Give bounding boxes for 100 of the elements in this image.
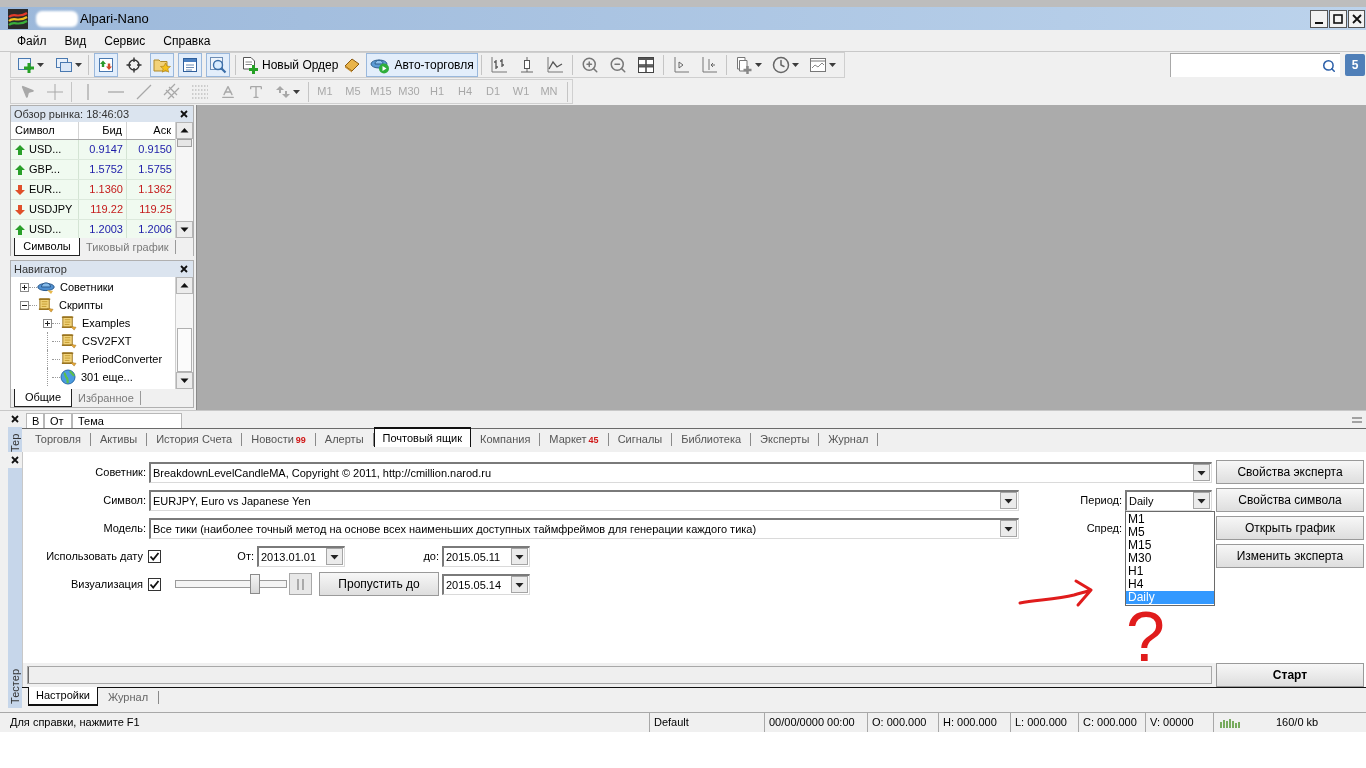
period-dropdown[interactable]: Daily <box>1125 489 1212 511</box>
terminal-tab[interactable]: Активы <box>90 433 148 446</box>
view-toggle-button[interactable] <box>178 53 202 77</box>
dropdown-option[interactable]: M5 <box>1126 525 1214 539</box>
terminal-tab[interactable]: Новости 99 <box>242 433 316 446</box>
date-field[interactable]: 2015.05.11 <box>442 545 530 567</box>
collapse-icon[interactable] <box>20 300 29 310</box>
tree-item[interactable]: CSV2FXT <box>82 332 132 350</box>
column-header[interactable]: Бид <box>102 122 122 139</box>
modify-expert-button[interactable]: Изменить эксперта <box>1216 544 1364 568</box>
side-label[interactable]: Тер <box>8 427 22 452</box>
dropdown-option[interactable]: M15 <box>1126 538 1214 552</box>
menu-item[interactable]: Сервис <box>95 30 155 51</box>
symbol-dropdown[interactable]: EURJPY, Euro vs Japanese Yen <box>149 489 1019 511</box>
date-field[interactable]: 2013.01.01 <box>257 545 345 567</box>
auto-trading-button[interactable]: Авто-торговля <box>366 53 478 77</box>
column-header[interactable]: От <box>44 413 72 428</box>
column-header[interactable]: Символ <box>15 122 55 139</box>
dropdown-option[interactable]: M30 <box>1126 551 1214 565</box>
scrollbar-thumb[interactable] <box>177 139 192 147</box>
tree-item[interactable]: Examples <box>82 314 131 332</box>
tester-tab[interactable]: Журнал <box>97 691 160 704</box>
dropdown-option[interactable]: H1 <box>1126 564 1214 578</box>
status-text: V: 00000 <box>1145 713 1213 732</box>
open-chart-button[interactable]: Открыть график <box>1216 516 1364 540</box>
close-icon[interactable] <box>11 456 19 464</box>
tree-item[interactable]: PeriodConverter <box>82 350 163 368</box>
view-toggle-button[interactable] <box>150 53 174 77</box>
scrollbar[interactable] <box>175 277 193 389</box>
start-button[interactable]: Старт <box>1216 663 1364 687</box>
skip-to-button[interactable]: Пропустить до <box>319 572 439 596</box>
crosshair-icon <box>126 57 142 73</box>
terminal-tab[interactable]: Журнал <box>819 433 879 446</box>
close-button[interactable] <box>1348 9 1365 28</box>
message-count-badge[interactable]: 5 <box>1345 54 1365 76</box>
terminal-tab[interactable]: Торговля <box>26 433 91 446</box>
side-label[interactable]: Тестер <box>8 669 22 704</box>
expand-icon[interactable] <box>43 318 52 328</box>
autoscroll-icon <box>699 56 718 74</box>
terminal-tab[interactable]: Эксперты <box>751 433 820 446</box>
symbol-properties-button[interactable]: Свойства символа <box>1216 488 1364 512</box>
minimize-button[interactable] <box>1310 9 1328 28</box>
column-header[interactable]: В <box>26 413 44 428</box>
close-icon[interactable] <box>180 265 188 273</box>
checkbox[interactable] <box>148 549 161 563</box>
tree-item[interactable]: 301 еще... <box>81 368 133 386</box>
field-label: Спред: <box>1086 520 1122 536</box>
menu-item[interactable]: Файл <box>8 30 56 51</box>
status-text: H: 000.000 <box>938 713 1010 732</box>
crosshair-icon <box>47 83 63 100</box>
scroll-icon <box>60 332 77 350</box>
menu-item[interactable]: Справка <box>154 30 220 51</box>
panel-tab[interactable]: Тиковый график <box>80 240 176 254</box>
expert-dropdown[interactable]: BreakdownLevelCandleMA, Copyright © 2011, http://cmillion.narod.ru <box>149 461 1212 483</box>
status-text: C: 000.000 <box>1078 713 1145 732</box>
terminal-tab[interactable]: Компания <box>471 433 541 446</box>
search-field[interactable] <box>1170 53 1340 77</box>
model-dropdown[interactable]: Все тики (наиболее точный метод на основе всех наименьших доступных таймфреймов для генерации каждого тика) <box>149 517 1019 539</box>
tester-tab[interactable]: Настройки <box>28 687 98 706</box>
book-icon <box>343 57 362 73</box>
scrollbar[interactable] <box>175 122 193 238</box>
dropdown-option[interactable]: M1 <box>1126 512 1214 526</box>
scroll-down-icon[interactable] <box>176 221 193 238</box>
scroll-up-icon[interactable] <box>176 122 193 139</box>
terminal-tab[interactable]: Алерты <box>315 433 374 446</box>
expand-icon[interactable] <box>20 282 29 292</box>
view-toggle-button[interactable] <box>206 53 230 77</box>
new-order-button[interactable]: Новый Ордер <box>239 53 341 77</box>
ohlc-bars-icon <box>489 56 508 74</box>
scroll-up-icon[interactable] <box>176 277 193 294</box>
close-icon[interactable] <box>11 415 19 423</box>
column-header[interactable]: Тема <box>72 413 182 428</box>
zoom-out-icon <box>608 56 627 74</box>
expert-properties-button[interactable]: Свойства эксперта <box>1216 460 1364 484</box>
checkbox-label: Визуализация <box>70 576 143 592</box>
slider-thumb[interactable] <box>250 574 261 594</box>
terminal-tab[interactable]: Сигналы <box>608 433 673 446</box>
checkbox[interactable] <box>148 577 161 591</box>
date-field[interactable]: 2015.05.14 <box>442 573 530 595</box>
field-label: Модель: <box>103 520 146 536</box>
terminal-tab[interactable]: Маркет 45 <box>540 433 609 446</box>
menu-item[interactable]: Вид <box>55 30 96 51</box>
close-icon[interactable] <box>180 110 188 118</box>
tree-item[interactable]: Советники <box>60 278 114 296</box>
ask-cell-text: 119.25 <box>139 202 172 218</box>
maximize-button[interactable] <box>1329 9 1347 28</box>
terminal-tab[interactable]: Библиотека <box>672 433 752 446</box>
terminal-tab[interactable]: Почтовый ящик <box>373 427 471 447</box>
panel-tab[interactable]: Избранное <box>72 391 141 405</box>
terminal-tab[interactable]: История Счета <box>147 433 243 446</box>
scrollbar-thumb[interactable] <box>177 328 192 372</box>
column-header[interactable]: Аск <box>153 122 171 139</box>
panel-tab[interactable]: Символы <box>14 238 80 256</box>
grip-icon[interactable] <box>1352 416 1362 423</box>
scroll-down-icon[interactable] <box>176 372 193 389</box>
view-toggle-button[interactable] <box>94 53 118 77</box>
tree-item[interactable]: Скрипты <box>59 296 103 314</box>
dropdown-option[interactable]: H4 <box>1126 577 1214 591</box>
chart-shift-icon <box>671 56 690 74</box>
panel-tab[interactable]: Общие <box>14 389 72 407</box>
